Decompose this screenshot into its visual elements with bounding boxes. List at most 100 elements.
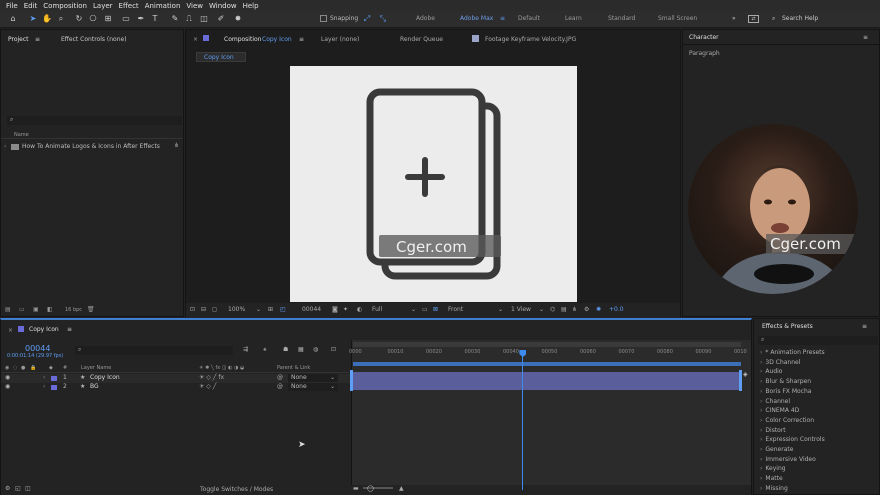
draft-3d-icon[interactable]: ⚹ xyxy=(263,346,267,354)
zoom-slider-thumb-icon[interactable]: ◯ xyxy=(367,485,374,492)
label-color-swatch[interactable] xyxy=(51,385,57,390)
adjustment-icon[interactable]: ◧ xyxy=(47,306,53,313)
exposure-value[interactable]: +0.0 xyxy=(609,306,624,313)
eye-icon[interactable]: ◉ xyxy=(5,383,10,390)
track-bar[interactable] xyxy=(353,381,739,390)
zoom-in-icon[interactable]: ▲ xyxy=(399,485,404,492)
composition-tab-label[interactable]: Composition xyxy=(224,36,261,43)
transparency-icon[interactable]: ◰ xyxy=(280,306,286,313)
pen-tool-icon[interactable]: ✒ xyxy=(136,14,146,24)
puppet-tool-icon[interactable]: ✸ xyxy=(233,14,243,24)
effect-controls-tab[interactable]: Effect Controls (none) xyxy=(61,36,127,43)
views-dropdown-icon[interactable]: ⌄ xyxy=(539,306,544,313)
effect-category-item[interactable]: * Animation Presets xyxy=(760,349,824,356)
zoom-tool-icon[interactable]: ⌕ xyxy=(56,14,66,24)
composition-menu-icon[interactable]: ≡ xyxy=(299,36,304,43)
pickwhip-icon[interactable]: @ xyxy=(277,374,283,381)
comp-subtab[interactable]: Copy Icon xyxy=(196,52,246,62)
label-column-icon[interactable]: ◆ xyxy=(49,365,53,371)
parent-dropdown-icon[interactable]: ⌄ xyxy=(330,374,335,381)
flowchart-icon[interactable]: ⋔ xyxy=(572,306,577,313)
bit-depth-label[interactable]: 16 bpc xyxy=(65,307,82,313)
current-time-display[interactable]: 00044 xyxy=(302,306,321,313)
layer-search-input[interactable]: ⌕ xyxy=(75,346,233,355)
effect-category-item[interactable]: Audio xyxy=(760,368,782,375)
interpret-footage-icon[interactable]: ▤ xyxy=(5,306,11,313)
menu-animation[interactable]: Animation xyxy=(145,2,181,10)
work-area-bar[interactable] xyxy=(353,342,741,347)
effects-search-input[interactable]: ⌕ xyxy=(758,336,878,345)
zoom-dropdown-icon[interactable]: ⌄ xyxy=(256,306,261,313)
effect-category-item[interactable]: Keying xyxy=(760,465,785,472)
snapping-checkbox[interactable] xyxy=(320,15,327,22)
paragraph-tab[interactable]: Paragraph xyxy=(689,50,720,57)
character-menu-icon[interactable]: ≡ xyxy=(863,34,868,41)
project-item-folder[interactable]: How To Animate Logos & Icons in After Ef… xyxy=(22,143,160,150)
search-icon[interactable]: ⌕ xyxy=(772,15,775,23)
layer-name[interactable]: Copy Icon xyxy=(90,374,120,381)
audio-toggle-icon[interactable]: ◌ xyxy=(13,365,17,371)
rectangle-tool-icon[interactable]: ▭ xyxy=(121,14,131,24)
search-help-input[interactable]: Search Help xyxy=(782,15,818,22)
twirl-arrow-icon[interactable]: › xyxy=(43,374,45,381)
always-preview-icon[interactable]: ⊡ xyxy=(190,306,195,313)
effect-category-item[interactable]: Color Correction xyxy=(760,417,814,424)
roto-brush-icon[interactable]: ✐ xyxy=(216,14,226,24)
toggle-switches-modes[interactable]: Toggle Switches / Modes xyxy=(200,486,273,493)
home-icon[interactable]: ⌂ xyxy=(8,14,18,24)
hand-tool-icon[interactable]: ✋ xyxy=(42,14,52,24)
project-tab[interactable]: Project xyxy=(8,36,29,43)
effects-presets-tab[interactable]: Effects & Presets xyxy=(762,323,813,330)
effect-category-item[interactable]: Missing xyxy=(760,485,787,492)
effects-menu-icon[interactable]: ≡ xyxy=(862,323,867,330)
close-timeline-icon[interactable]: × xyxy=(8,327,13,334)
effect-category-item[interactable]: 3D Channel xyxy=(760,359,800,366)
effect-category-item[interactable]: Blur & Sharpen xyxy=(760,378,811,385)
menu-layer[interactable]: Layer xyxy=(93,2,113,10)
resolution-select[interactable]: Full xyxy=(372,306,382,313)
layer-name-header[interactable]: Layer Name xyxy=(81,365,111,371)
name-column-header[interactable]: Name xyxy=(14,132,29,138)
menu-view[interactable]: View xyxy=(186,2,203,10)
render-icon[interactable]: ⌬ xyxy=(550,306,555,313)
menu-effect[interactable]: Effect xyxy=(119,2,139,10)
timeline-tab[interactable]: Copy Icon xyxy=(29,326,59,333)
zoom-out-icon[interactable]: ▬ xyxy=(353,485,359,492)
video-toggle-icon[interactable]: ◉ xyxy=(5,365,9,371)
workspace-adobe[interactable]: Adobe xyxy=(416,15,435,22)
rotate-tool-icon[interactable]: ↻ xyxy=(74,14,84,24)
transfer-controls-icon[interactable]: ◫ xyxy=(25,485,31,492)
workspace-standard[interactable]: Standard xyxy=(608,15,635,22)
playhead-line[interactable] xyxy=(522,350,524,490)
menu-window[interactable]: Window xyxy=(209,2,237,10)
shy-icon[interactable]: ☗ xyxy=(283,346,288,353)
effect-category-item[interactable]: Generate xyxy=(760,446,793,453)
zoom-select[interactable]: 100% xyxy=(228,306,245,313)
layer-tab[interactable]: Layer (none) xyxy=(321,36,359,43)
region-of-interest-icon[interactable]: ▭ xyxy=(422,306,428,313)
timeline-timecode[interactable]: 00044 xyxy=(25,344,50,353)
layer-number-header[interactable]: # xyxy=(63,365,67,371)
effect-category-item[interactable]: Distort xyxy=(760,427,785,434)
resolution-dropdown-icon[interactable]: ⌄ xyxy=(411,306,416,313)
layer-row[interactable]: ◉ › 2 ★ BG ☀ ◇ ╱ @ None ⌄ xyxy=(1,383,351,392)
effect-category-item[interactable]: Expression Controls xyxy=(760,436,824,443)
menu-edit[interactable]: Edit xyxy=(24,2,38,10)
layer-name[interactable]: BG xyxy=(90,383,99,390)
footage-tab[interactable]: Footage Keyframe Velocity.JPG xyxy=(485,36,576,43)
track-bar[interactable] xyxy=(353,372,739,381)
twirl-arrow-icon[interactable]: › xyxy=(43,383,45,390)
camera-tool-icon[interactable]: ⎔ xyxy=(88,14,98,24)
view-dropdown-icon[interactable]: ⌄ xyxy=(498,306,503,313)
sync-icon[interactable]: ⇄ xyxy=(748,15,759,23)
exposure-icon[interactable]: ✺ xyxy=(596,306,601,313)
selection-tool-icon[interactable]: ➤ xyxy=(28,14,38,24)
eye-icon[interactable]: ◉ xyxy=(5,374,10,381)
frame-blending-icon[interactable]: ▦ xyxy=(298,346,304,353)
show-snapshot-icon[interactable]: ✦ xyxy=(343,306,348,313)
type-tool-icon[interactable]: T xyxy=(150,14,160,24)
clone-stamp-icon[interactable]: ⎍ xyxy=(184,14,194,24)
out-point-handle[interactable] xyxy=(739,370,742,391)
grid-icon[interactable]: ⊞ xyxy=(268,306,273,313)
snapshot-icon[interactable]: ◙ xyxy=(332,306,338,313)
